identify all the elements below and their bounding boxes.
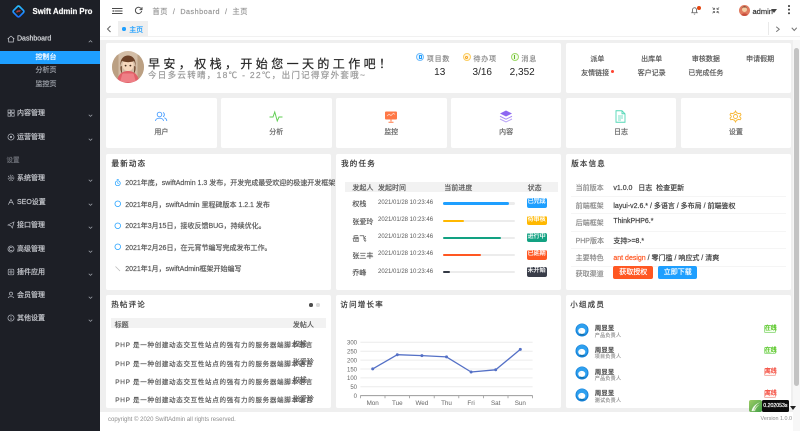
- svg-text:300: 300: [347, 341, 358, 347]
- svg-text:0: 0: [354, 394, 358, 400]
- svg-text:150: 150: [347, 367, 358, 373]
- svg-text:Thu: Thu: [441, 400, 452, 407]
- svg-text:Sat: Sat: [491, 400, 501, 407]
- svg-text:Wed: Wed: [416, 400, 429, 407]
- svg-text:50: 50: [350, 385, 357, 391]
- svg-text:100: 100: [347, 376, 358, 382]
- svg-text:Fri: Fri: [468, 400, 475, 407]
- svg-text:Tue: Tue: [392, 400, 403, 407]
- svg-text:Sun: Sun: [515, 400, 527, 407]
- svg-text:200: 200: [347, 358, 358, 364]
- svg-text:250: 250: [347, 350, 358, 356]
- svg-text:Mon: Mon: [367, 400, 380, 407]
